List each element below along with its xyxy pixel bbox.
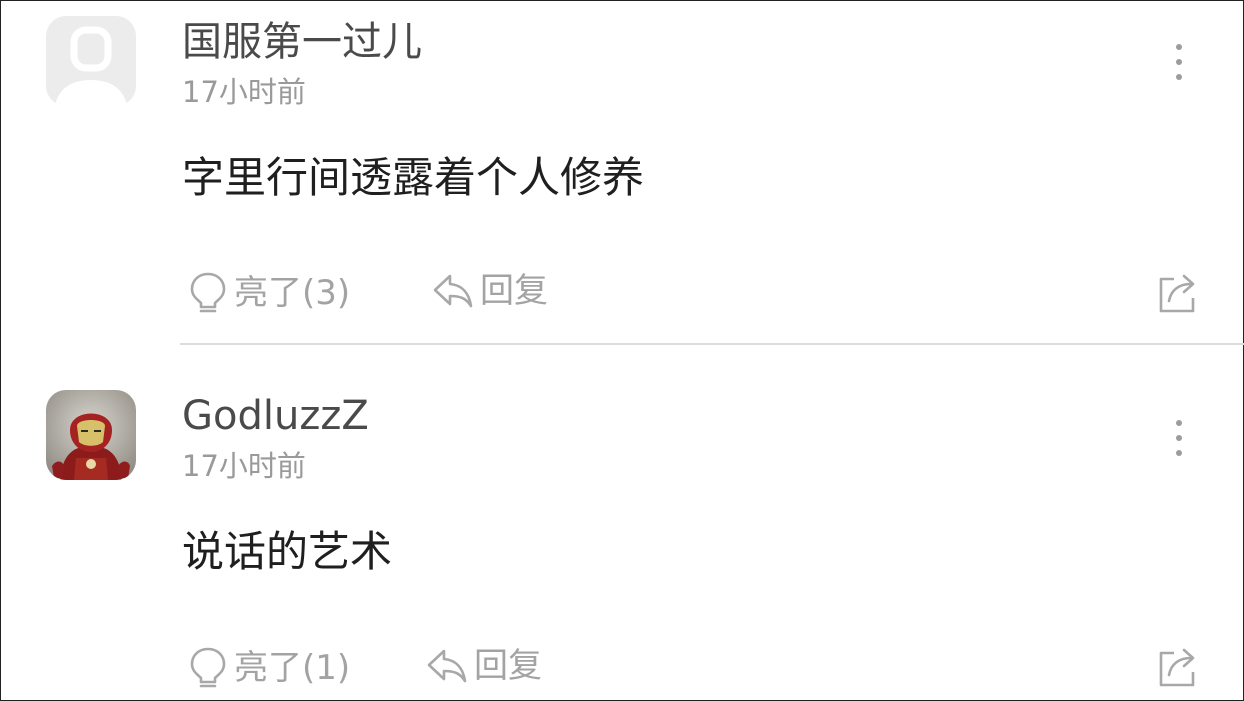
- lightbulb-icon: [190, 647, 226, 688]
- avatar[interactable]: [46, 16, 136, 106]
- default-avatar-icon: [55, 26, 127, 106]
- comment-item: 国服第一过儿 17小时前 字里行间透露着个人修养 亮了(3) 回复: [0, 0, 1244, 344]
- share-icon: [1159, 274, 1195, 313]
- like-button[interactable]: 亮了(1): [188, 646, 350, 690]
- comment-item: GodluzzZ 17小时前 说话的艺术 亮了(1) 回复: [0, 346, 1244, 701]
- lightbulb-icon: [190, 272, 226, 313]
- more-icon: [1176, 44, 1182, 50]
- username[interactable]: GodluzzZ: [182, 392, 369, 440]
- like-label: 亮了(3): [234, 273, 351, 313]
- reply-button[interactable]: 回复: [426, 646, 542, 686]
- like-label: 亮了(1): [234, 648, 351, 688]
- comment-content: 说话的艺术: [182, 527, 393, 576]
- comment-content: 字里行间透露着个人修养: [182, 153, 645, 202]
- more-button[interactable]: [1164, 42, 1194, 82]
- reply-button[interactable]: 回复: [432, 271, 548, 311]
- reply-label: 回复: [474, 646, 542, 686]
- avatar[interactable]: [46, 390, 136, 480]
- ironman-avatar-icon: [46, 390, 136, 480]
- timestamp: 17小时前: [182, 449, 306, 483]
- timestamp: 17小时前: [182, 75, 306, 109]
- reply-label: 回复: [480, 271, 548, 311]
- reply-icon: [427, 649, 467, 683]
- share-button[interactable]: [1156, 644, 1202, 694]
- more-icon: [1176, 420, 1182, 426]
- more-button[interactable]: [1164, 418, 1194, 458]
- share-button[interactable]: [1156, 270, 1202, 320]
- share-icon: [1159, 648, 1195, 687]
- reply-icon: [433, 274, 473, 308]
- divider: [180, 343, 1244, 345]
- like-button[interactable]: 亮了(3): [188, 271, 350, 315]
- username[interactable]: 国服第一过儿: [182, 18, 422, 66]
